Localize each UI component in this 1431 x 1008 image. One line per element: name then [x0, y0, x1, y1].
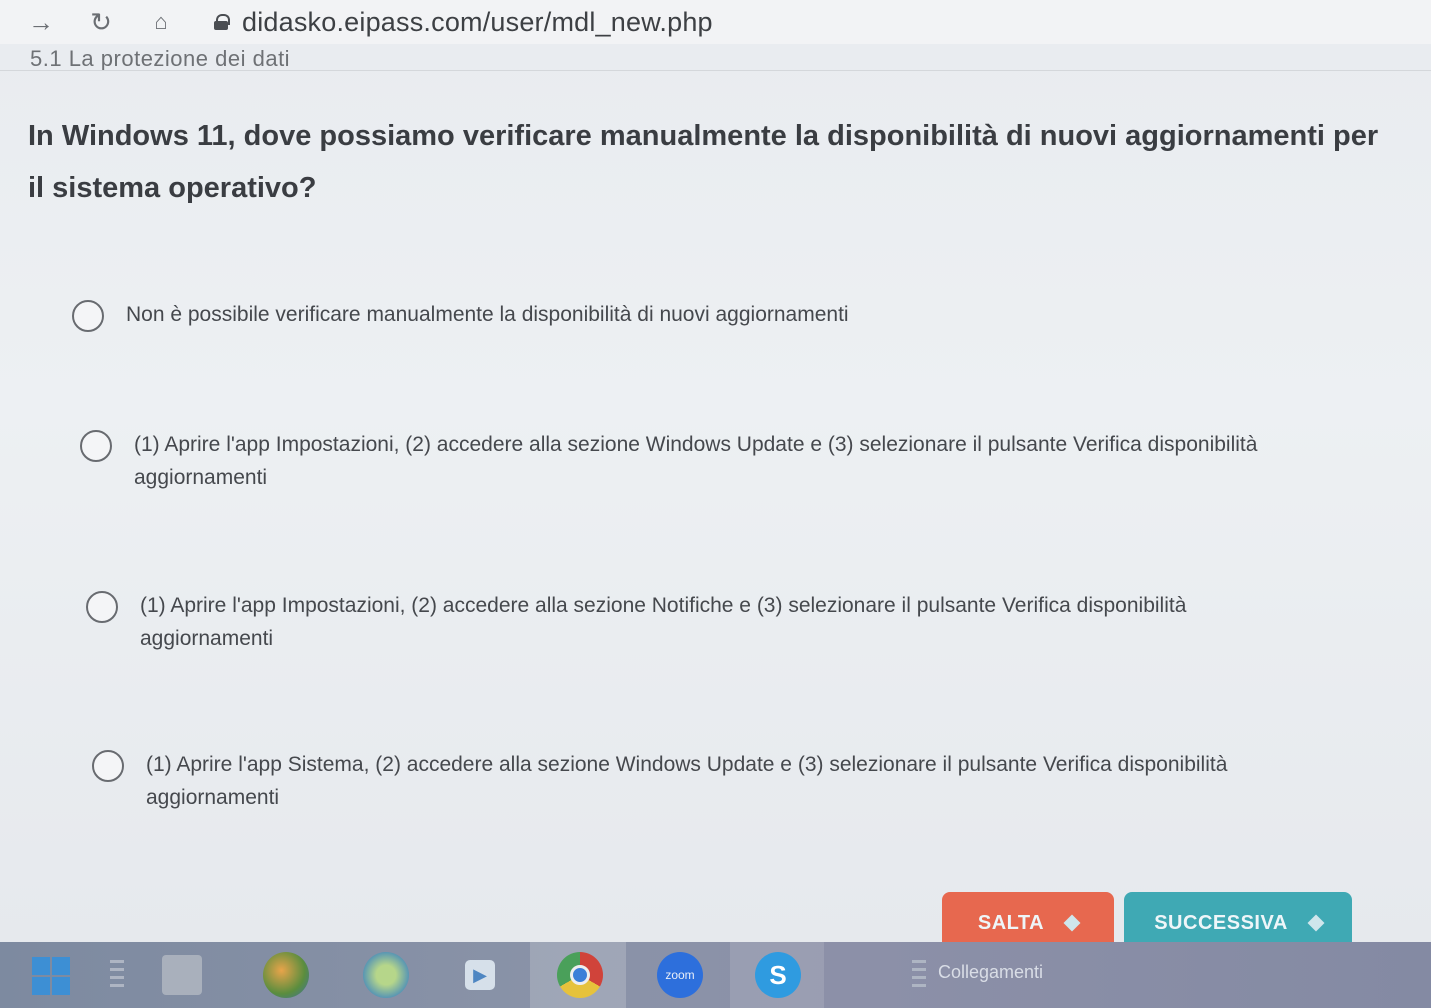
home-icon[interactable]: ⌂	[148, 11, 174, 33]
skip-button-label: SALTA	[977, 911, 1045, 934]
answer-option-label: (1) Aprire l'app Sistema, (2) accedere a…	[146, 753, 1228, 809]
answer-option-label: Non è possibile verificare manualmente l…	[126, 303, 849, 326]
links-toolbar-label[interactable]: Collegamenti	[938, 962, 1043, 983]
task-view-icon[interactable]	[110, 960, 124, 990]
answer-option-label: (1) Aprire l'app Impostazioni, (2) acced…	[140, 594, 1187, 650]
taskbar: ▶ zoom S Collegamenti	[0, 942, 1431, 1008]
media-player-icon[interactable]: ▶	[450, 949, 510, 1001]
radio-button[interactable]	[86, 591, 118, 623]
section-title: 5.1 La protezione dei dati	[30, 46, 291, 71]
browser-toolbar: → ↻ ⌂ didasko.eipass.com/user/mdl_new.ph…	[0, 0, 1431, 44]
lock-icon	[214, 14, 230, 30]
arrow-right-icon	[1063, 914, 1081, 932]
skype-icon[interactable]: S	[748, 949, 808, 1001]
internet-explorer-icon[interactable]	[356, 949, 416, 1001]
question-text: In Windows 11, dove possiamo verificare …	[28, 120, 1379, 204]
address-bar[interactable]: didasko.eipass.com/user/mdl_new.php	[214, 7, 713, 38]
radio-button[interactable]	[80, 430, 112, 462]
next-button-label: SUCCESSIVA	[1154, 911, 1288, 934]
file-explorer-icon[interactable]	[152, 949, 212, 1001]
forward-arrow-icon[interactable]: →	[28, 9, 54, 35]
answer-option-3[interactable]: (1) Aprire l'app Impostazioni, (2) acced…	[86, 589, 1316, 655]
arrow-right-icon	[1307, 914, 1325, 932]
answer-option-1[interactable]: Non è possibile verificare manualmente l…	[72, 298, 1272, 332]
url-text[interactable]: didasko.eipass.com/user/mdl_new.php	[242, 7, 713, 38]
windows-start-icon[interactable]	[20, 949, 80, 1001]
toolbar-handle-icon	[912, 960, 926, 990]
answer-option-2[interactable]: (1) Aprire l'app Impostazioni, (2) acced…	[80, 428, 1280, 494]
radio-button[interactable]	[72, 300, 104, 332]
paint-icon[interactable]	[256, 949, 316, 1001]
answer-option-label: (1) Aprire l'app Impostazioni, (2) acced…	[134, 433, 1258, 489]
reload-icon[interactable]: ↻	[88, 9, 114, 35]
quiz-page: 5.1 La protezione dei dati In Windows 11…	[0, 44, 1431, 954]
chrome-icon[interactable]	[550, 949, 610, 1001]
radio-button[interactable]	[92, 750, 124, 782]
zoom-icon[interactable]: zoom	[650, 949, 710, 1001]
answer-option-4[interactable]: (1) Aprire l'app Sistema, (2) accedere a…	[92, 748, 1332, 814]
section-divider	[0, 70, 1431, 71]
